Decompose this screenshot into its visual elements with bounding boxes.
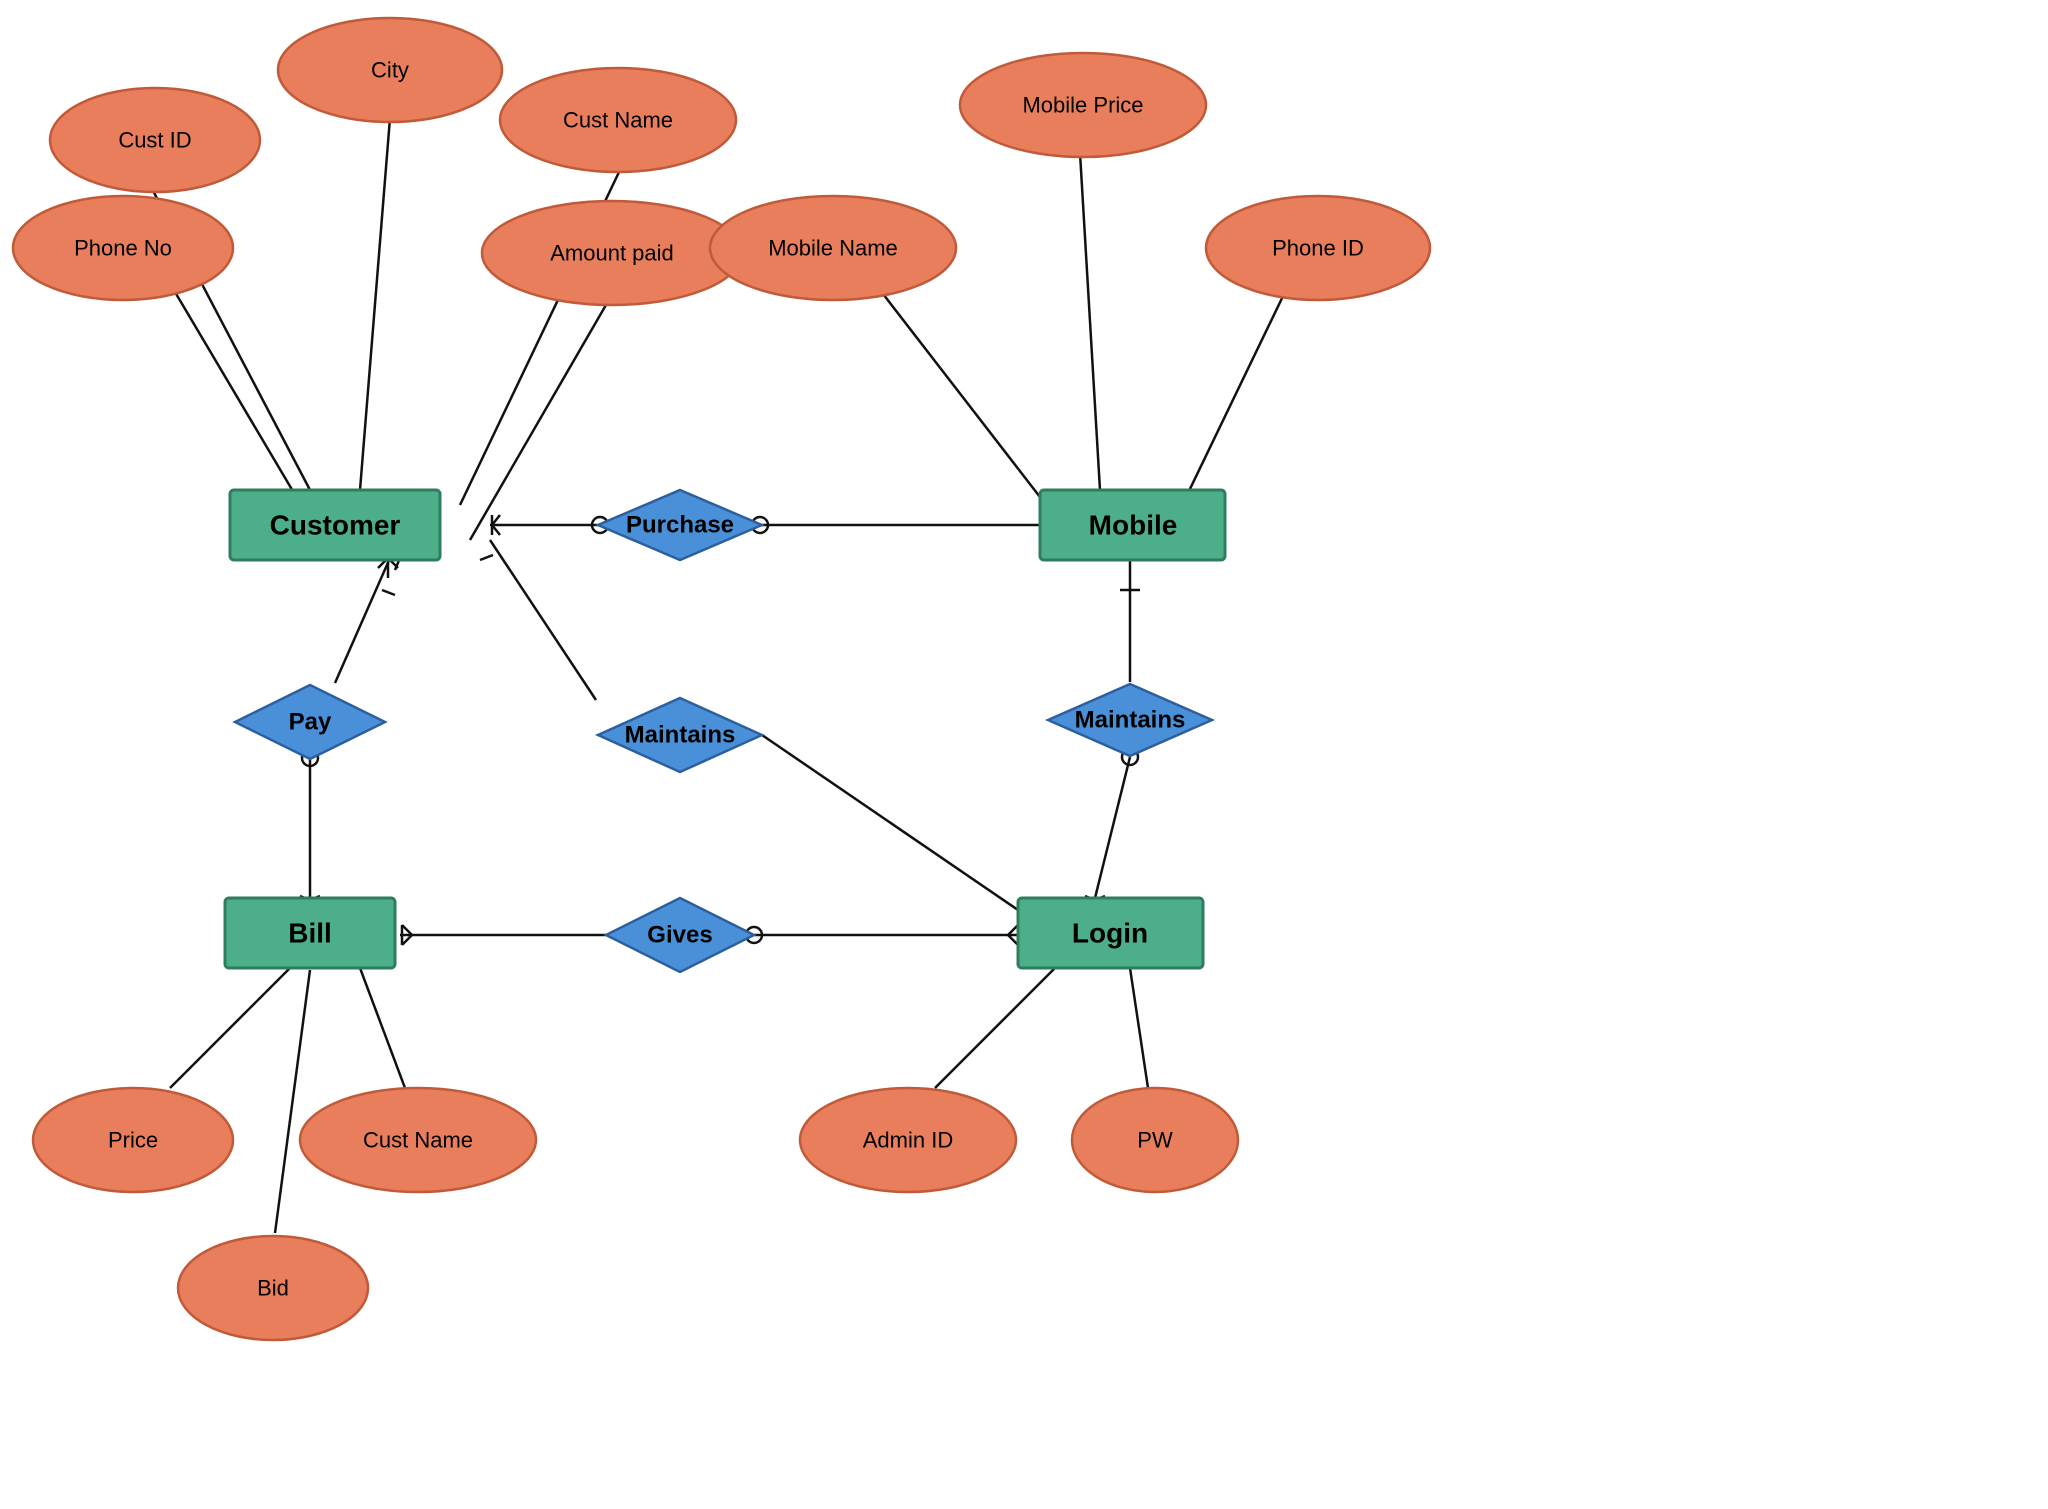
rel-pay-label: Pay <box>289 709 332 736</box>
attr-mobile-name-label: Mobile Name <box>768 236 898 261</box>
entity-customer-label: Customer <box>270 510 401 541</box>
attr-cust-name-label: Cust Name <box>563 108 673 133</box>
attr-cust-name2-label: Cust Name <box>363 1128 473 1153</box>
rel-maintains-right-label: Maintains <box>1075 707 1186 734</box>
attr-phone-id-label: Phone ID <box>1272 236 1364 261</box>
rel-purchase-label: Purchase <box>626 512 734 539</box>
attr-bid-label: Bid <box>257 1276 289 1301</box>
rel-maintains-center-label: Maintains <box>625 722 736 749</box>
attr-admin-id-label: Admin ID <box>863 1128 953 1153</box>
er-diagram: Customer Mobile Bill Login Cust ID City … <box>0 0 2048 1509</box>
entity-login-label: Login <box>1072 918 1148 949</box>
attr-phone-no-label: Phone No <box>74 236 172 261</box>
attr-city-label: City <box>371 58 409 83</box>
rel-gives-label: Gives <box>647 922 712 949</box>
attr-pw-label: PW <box>1137 1128 1173 1153</box>
entity-bill-label: Bill <box>288 918 332 949</box>
entity-mobile-label: Mobile <box>1089 510 1178 541</box>
attr-mobile-price-label: Mobile Price <box>1022 93 1143 118</box>
attr-amount-paid-label: Amount paid <box>550 241 674 266</box>
attr-price-label: Price <box>108 1128 158 1153</box>
attr-cust-id-label: Cust ID <box>118 128 191 153</box>
